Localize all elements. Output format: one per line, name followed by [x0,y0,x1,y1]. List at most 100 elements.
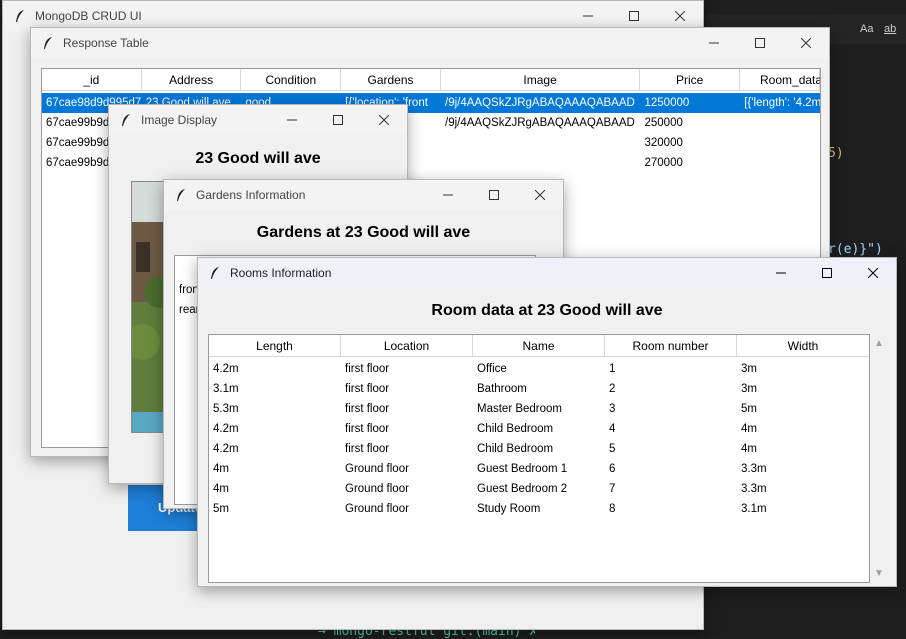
table-cell: 4m [741,443,757,455]
table-cell: 4.2m [213,423,239,435]
maximize-button[interactable] [471,180,517,210]
table-cell: first floor [345,363,390,375]
minimize-button[interactable] [269,105,315,135]
image-window-titlebar: Image Display [109,105,407,135]
close-button[interactable] [517,180,563,210]
maximize-button[interactable] [804,258,850,288]
minimize-icon [443,194,453,196]
vertical-scrollbar[interactable]: ▲ ▼ [872,334,888,583]
table-cell: 320000 [644,137,683,149]
column-header[interactable]: Name [473,335,605,357]
table-cell: Child Bedroom [477,443,554,455]
gardens-window-titlebar: Gardens Information [164,180,563,210]
rooms-table[interactable]: Length Location Name Room number Width 4… [208,334,870,583]
table-cell: first floor [345,383,390,395]
table-cell: 250000 [644,117,683,129]
scroll-up-icon[interactable]: ▲ [874,338,884,349]
table-cell: 3.3m [741,463,767,475]
maximize-button[interactable] [315,105,361,135]
table-cell: first floor [345,403,390,415]
scroll-down-icon[interactable]: ▼ [874,568,884,579]
column-header[interactable]: Condition [241,69,342,91]
table-cell: 5m [213,503,229,515]
table-row[interactable]: 4m Ground floor Guest Bedroom 1 6 3.3m [209,459,869,479]
table-cell: 2 [609,383,616,395]
table-cell: 4m [213,463,229,475]
table-cell: 1 [609,363,616,375]
minimize-icon [583,15,593,17]
table-row[interactable]: 4.2m first floor Child Bedroom 5 4m [209,439,869,459]
match-word-toggle[interactable]: ab [884,23,896,35]
table-cell: Office [477,363,507,375]
table-cell: Master Bedroom [477,403,563,415]
table-cell: 3.1m [741,503,767,515]
table-cell: 5.3m [213,403,239,415]
table-cell: 8 [609,503,616,515]
column-header[interactable]: Image [440,69,641,91]
table-cell: 3m [741,383,757,395]
table-cell: 3 [609,403,616,415]
table-header: _id Address Condition Gardens Image Pric… [42,69,820,91]
window-title: Rooms Information [230,266,332,280]
gardens-heading: Gardens at 23 Good will ave [256,224,471,241]
maximize-button[interactable] [737,28,783,58]
table-row[interactable]: 4m Ground floor Guest Bedroom 2 7 3.3m [209,479,869,499]
table-row[interactable]: 3.1m first floor Bathroom 2 3m [209,379,869,399]
column-header[interactable]: Gardens [341,69,441,91]
window-title: Image Display [141,113,218,127]
table-cell: 1250000 [644,97,690,109]
response-window-titlebar: Response Table [31,28,829,58]
rooms-window-titlebar: Rooms Information [198,258,896,288]
window-title: Gardens Information [196,188,306,202]
feather-icon [43,36,53,50]
minimize-button[interactable] [691,28,737,58]
code-fragment: 5) [828,146,844,161]
column-header[interactable]: Room number [605,335,737,357]
table-cell: 270000 [644,157,683,169]
minimize-button[interactable] [425,180,471,210]
table-cell: first floor [345,423,390,435]
column-header[interactable]: Location [341,335,473,357]
table-header: Length Location Name Room number Width [209,335,869,357]
close-button[interactable] [361,105,407,135]
table-row[interactable]: 4.2m first floor Child Bedroom 4 4m [209,419,869,439]
maximize-icon [755,38,765,48]
column-header[interactable]: Room_data [740,69,820,91]
maximize-icon [629,11,639,21]
table-cell [441,133,640,153]
maximize-icon [333,115,343,125]
maximize-icon [489,190,499,200]
column-header[interactable]: Price [640,69,741,91]
close-icon [675,11,685,21]
table-cell: 5 [609,443,616,455]
table-cell: Ground floor [345,483,409,495]
rooms-heading: Room data at 23 Good will ave [431,302,663,319]
match-case-toggle[interactable]: Aa [860,23,873,35]
table-cell: Child Bedroom [477,423,554,435]
column-header[interactable]: _id [42,69,142,91]
column-header[interactable]: Length [209,335,341,357]
maximize-icon [822,268,832,278]
minimize-icon [709,42,719,44]
table-cell: 6 [609,463,616,475]
close-button[interactable] [850,258,896,288]
window-title: Response Table [63,36,149,50]
table-row[interactable]: 4.2m first floor Office 1 3m [209,359,869,379]
image-heading: 23 Good will ave [195,150,321,167]
table-row[interactable]: 5m Ground floor Study Room 8 3.1m [209,499,869,519]
table-cell: 4.2m [213,443,239,455]
column-header[interactable]: Address [141,69,242,91]
close-button[interactable] [783,28,829,58]
column-header[interactable]: Width [737,335,869,357]
table-cell: Bathroom [477,383,527,395]
close-icon [379,115,389,125]
table-cell: fron [179,284,199,296]
table-cell: 4 [609,423,616,435]
minimize-icon [287,119,297,121]
minimize-button[interactable] [758,258,804,288]
feather-icon [176,188,186,202]
table-cell [740,133,820,153]
table-cell: first floor [345,443,390,455]
feather-icon [121,113,131,127]
table-row[interactable]: 5.3m first floor Master Bedroom 3 5m [209,399,869,419]
